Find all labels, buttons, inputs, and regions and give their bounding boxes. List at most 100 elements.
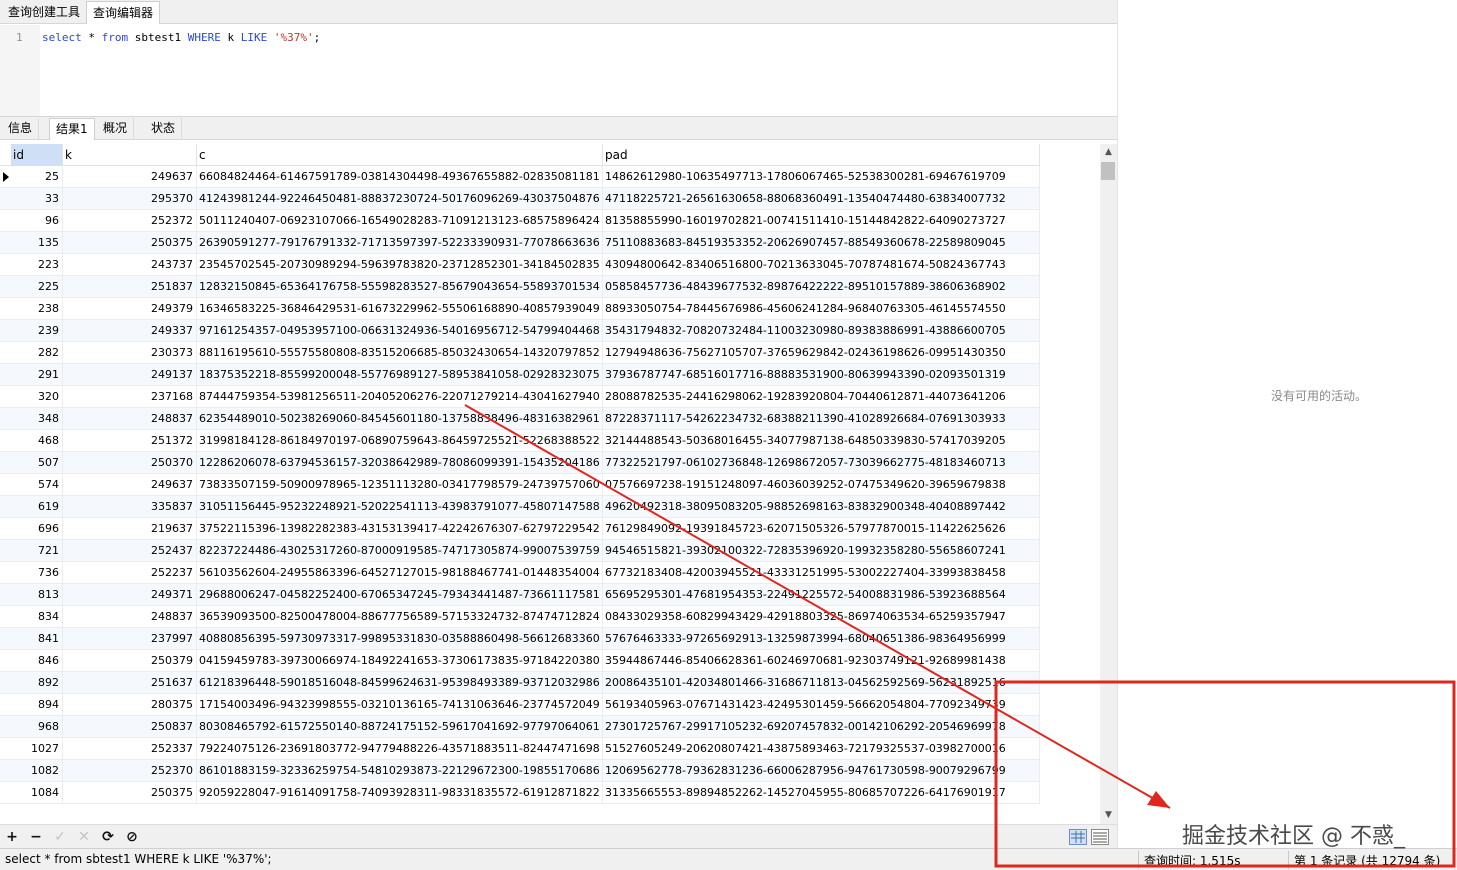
scroll-down-icon[interactable]: ▼ [1100, 807, 1117, 824]
table-row[interactable]: 135 250375 26390591277-79176791332-7171359… [0, 232, 1040, 254]
cell-pad[interactable]: 05858457736-48439677532-89876422222-8951… [603, 276, 1040, 298]
row-selector[interactable] [0, 672, 11, 694]
row-selector[interactable] [0, 474, 11, 496]
grid-view-icon[interactable] [1069, 829, 1087, 845]
row-selector[interactable] [0, 716, 11, 738]
cell-c[interactable]: 97161254357-04953957100-06631324936-5401… [197, 320, 603, 342]
refresh-button[interactable]: ⟳ [99, 828, 117, 846]
cell-c[interactable]: 86101883159-32336259754-54810293873-2212… [197, 760, 603, 782]
table-row[interactable]: 894 280375 17154003496-94323998555-0321013… [0, 694, 1040, 716]
cell-k[interactable]: 250375 [63, 782, 197, 804]
row-selector[interactable] [0, 562, 11, 584]
cell-c[interactable]: 17154003496-94323998555-03210136165-7413… [197, 694, 603, 716]
tab-profile[interactable]: 概况 [97, 118, 135, 140]
row-selector[interactable] [0, 254, 11, 276]
cell-id[interactable]: 736 [11, 562, 63, 584]
cell-pad[interactable]: 77322521797-06102736848-12698672057-7303… [603, 452, 1040, 474]
cell-id[interactable]: 968 [11, 716, 63, 738]
cell-k[interactable]: 251372 [63, 430, 197, 452]
row-selector[interactable] [0, 628, 11, 650]
tab-info[interactable]: 信息 [2, 118, 40, 140]
cell-k[interactable]: 251837 [63, 276, 197, 298]
cell-pad[interactable]: 20086435101-42034801466-31686711813-0456… [603, 672, 1040, 694]
cell-k[interactable]: 237168 [63, 386, 197, 408]
cell-k[interactable]: 252372 [63, 210, 197, 232]
table-row[interactable]: 892 251637 61218396448-59018516048-8459962… [0, 672, 1040, 694]
cell-c[interactable]: 50111240407-06923107066-16549028283-7109… [197, 210, 603, 232]
cell-c[interactable]: 87444759354-53981256511-20405206276-2207… [197, 386, 603, 408]
cell-k[interactable]: 249379 [63, 298, 197, 320]
cell-id[interactable]: 1082 [11, 760, 63, 782]
cell-c[interactable]: 62354489010-50238269060-84545601180-1375… [197, 408, 603, 430]
cell-c[interactable]: 82237224486-43025317260-87000919585-7471… [197, 540, 603, 562]
row-selector[interactable] [0, 584, 11, 606]
cell-c[interactable]: 36539093500-82500478004-88677756589-5715… [197, 606, 603, 628]
cell-c[interactable]: 16346583225-36846429531-61673229962-5550… [197, 298, 603, 320]
row-selector[interactable] [0, 606, 11, 628]
table-row[interactable]: 320 237168 87444759354-53981256511-2040520… [0, 386, 1040, 408]
scroll-up-icon[interactable]: ▲ [1100, 144, 1117, 161]
cell-id[interactable]: 813 [11, 584, 63, 606]
table-row[interactable]: 736 252237 56103562604-24955863396-6452712… [0, 562, 1040, 584]
cell-pad[interactable]: 35431794832-70820732484-11003230980-8938… [603, 320, 1040, 342]
tab-query-builder[interactable]: 查询创建工具 [2, 1, 86, 24]
scroll-thumb[interactable] [1101, 162, 1115, 180]
cell-c[interactable]: 23545702545-20730989294-59639783820-2371… [197, 254, 603, 276]
cell-pad[interactable]: 51527605249-20620807421-43875893463-7217… [603, 738, 1040, 760]
form-view-icon[interactable] [1091, 829, 1109, 845]
tab-query-editor[interactable]: 查询编辑器 [86, 1, 161, 24]
cell-k[interactable]: 219637 [63, 518, 197, 540]
stop-button[interactable]: ⊘ [123, 828, 141, 846]
sql-code-line[interactable]: select * from sbtest1 WHERE k LIKE '%37%… [42, 31, 320, 44]
table-row[interactable]: 96 252372 50111240407-06923107066-16549028… [0, 210, 1040, 232]
cell-k[interactable]: 250379 [63, 650, 197, 672]
cell-k[interactable]: 248837 [63, 408, 197, 430]
add-record-button[interactable]: + [3, 828, 21, 846]
cell-k[interactable]: 335837 [63, 496, 197, 518]
column-header-k[interactable]: k [63, 144, 197, 166]
delete-record-button[interactable]: − [27, 828, 45, 846]
tab-result1[interactable]: 结果1 [49, 118, 95, 140]
row-selector[interactable] [0, 210, 11, 232]
cell-id[interactable]: 238 [11, 298, 63, 320]
cell-pad[interactable]: 67732183408-42003945521-43331251995-5300… [603, 562, 1040, 584]
cell-id[interactable]: 282 [11, 342, 63, 364]
cell-c[interactable]: 04159459783-39730066974-18492241653-3730… [197, 650, 603, 672]
cell-k[interactable]: 252437 [63, 540, 197, 562]
cell-c[interactable]: 79224075126-23691803772-94779488226-4357… [197, 738, 603, 760]
cell-id[interactable]: 1084 [11, 782, 63, 804]
cell-id[interactable]: 348 [11, 408, 63, 430]
cell-k[interactable]: 251637 [63, 672, 197, 694]
cell-k[interactable]: 249371 [63, 584, 197, 606]
discard-changes-button[interactable]: ✕ [75, 828, 93, 846]
row-selector[interactable] [0, 452, 11, 474]
row-selector[interactable] [0, 694, 11, 716]
cell-k[interactable]: 280375 [63, 694, 197, 716]
cell-c[interactable]: 92059228047-91614091758-74093928311-9833… [197, 782, 603, 804]
cell-c[interactable]: 31998184128-86184970197-06890759643-8645… [197, 430, 603, 452]
column-header-pad[interactable]: pad [603, 144, 1040, 166]
cell-id[interactable]: 846 [11, 650, 63, 672]
cell-id[interactable]: 33 [11, 188, 63, 210]
cell-k[interactable]: 249637 [63, 166, 197, 188]
table-row[interactable]: 841 237997 40880856395-59730973317-9989533… [0, 628, 1040, 650]
cell-k[interactable]: 230373 [63, 342, 197, 364]
cell-k[interactable]: 237997 [63, 628, 197, 650]
cell-c[interactable]: 26390591277-79176791332-71713597397-5223… [197, 232, 603, 254]
cell-pad[interactable]: 37936787747-68516017716-88883531900-8063… [603, 364, 1040, 386]
cell-c[interactable]: 29688006247-04582252400-67065347245-7934… [197, 584, 603, 606]
result-grid[interactable]: id k c pad 25 249637 66084824464-614675917… [0, 144, 1100, 804]
cell-k[interactable]: 250370 [63, 452, 197, 474]
table-row[interactable]: 834 248837 36539093500-82500478004-8867775… [0, 606, 1040, 628]
cell-pad[interactable]: 07576697238-19151248097-46036039252-0747… [603, 474, 1040, 496]
cell-id[interactable]: 135 [11, 232, 63, 254]
table-row[interactable]: 721 252437 82237224486-43025317260-8700091… [0, 540, 1040, 562]
cell-pad[interactable]: 12794948636-75627105707-37659629842-0243… [603, 342, 1040, 364]
cell-k[interactable]: 249637 [63, 474, 197, 496]
cell-k[interactable]: 250375 [63, 232, 197, 254]
cell-id[interactable]: 239 [11, 320, 63, 342]
table-row[interactable]: 1027 252337 79224075126-23691803772-947794… [0, 738, 1040, 760]
table-row[interactable]: 239 249337 97161254357-04953957100-0663132… [0, 320, 1040, 342]
row-selector[interactable] [0, 518, 11, 540]
cell-c[interactable]: 31051156445-95232248921-52022541113-4398… [197, 496, 603, 518]
